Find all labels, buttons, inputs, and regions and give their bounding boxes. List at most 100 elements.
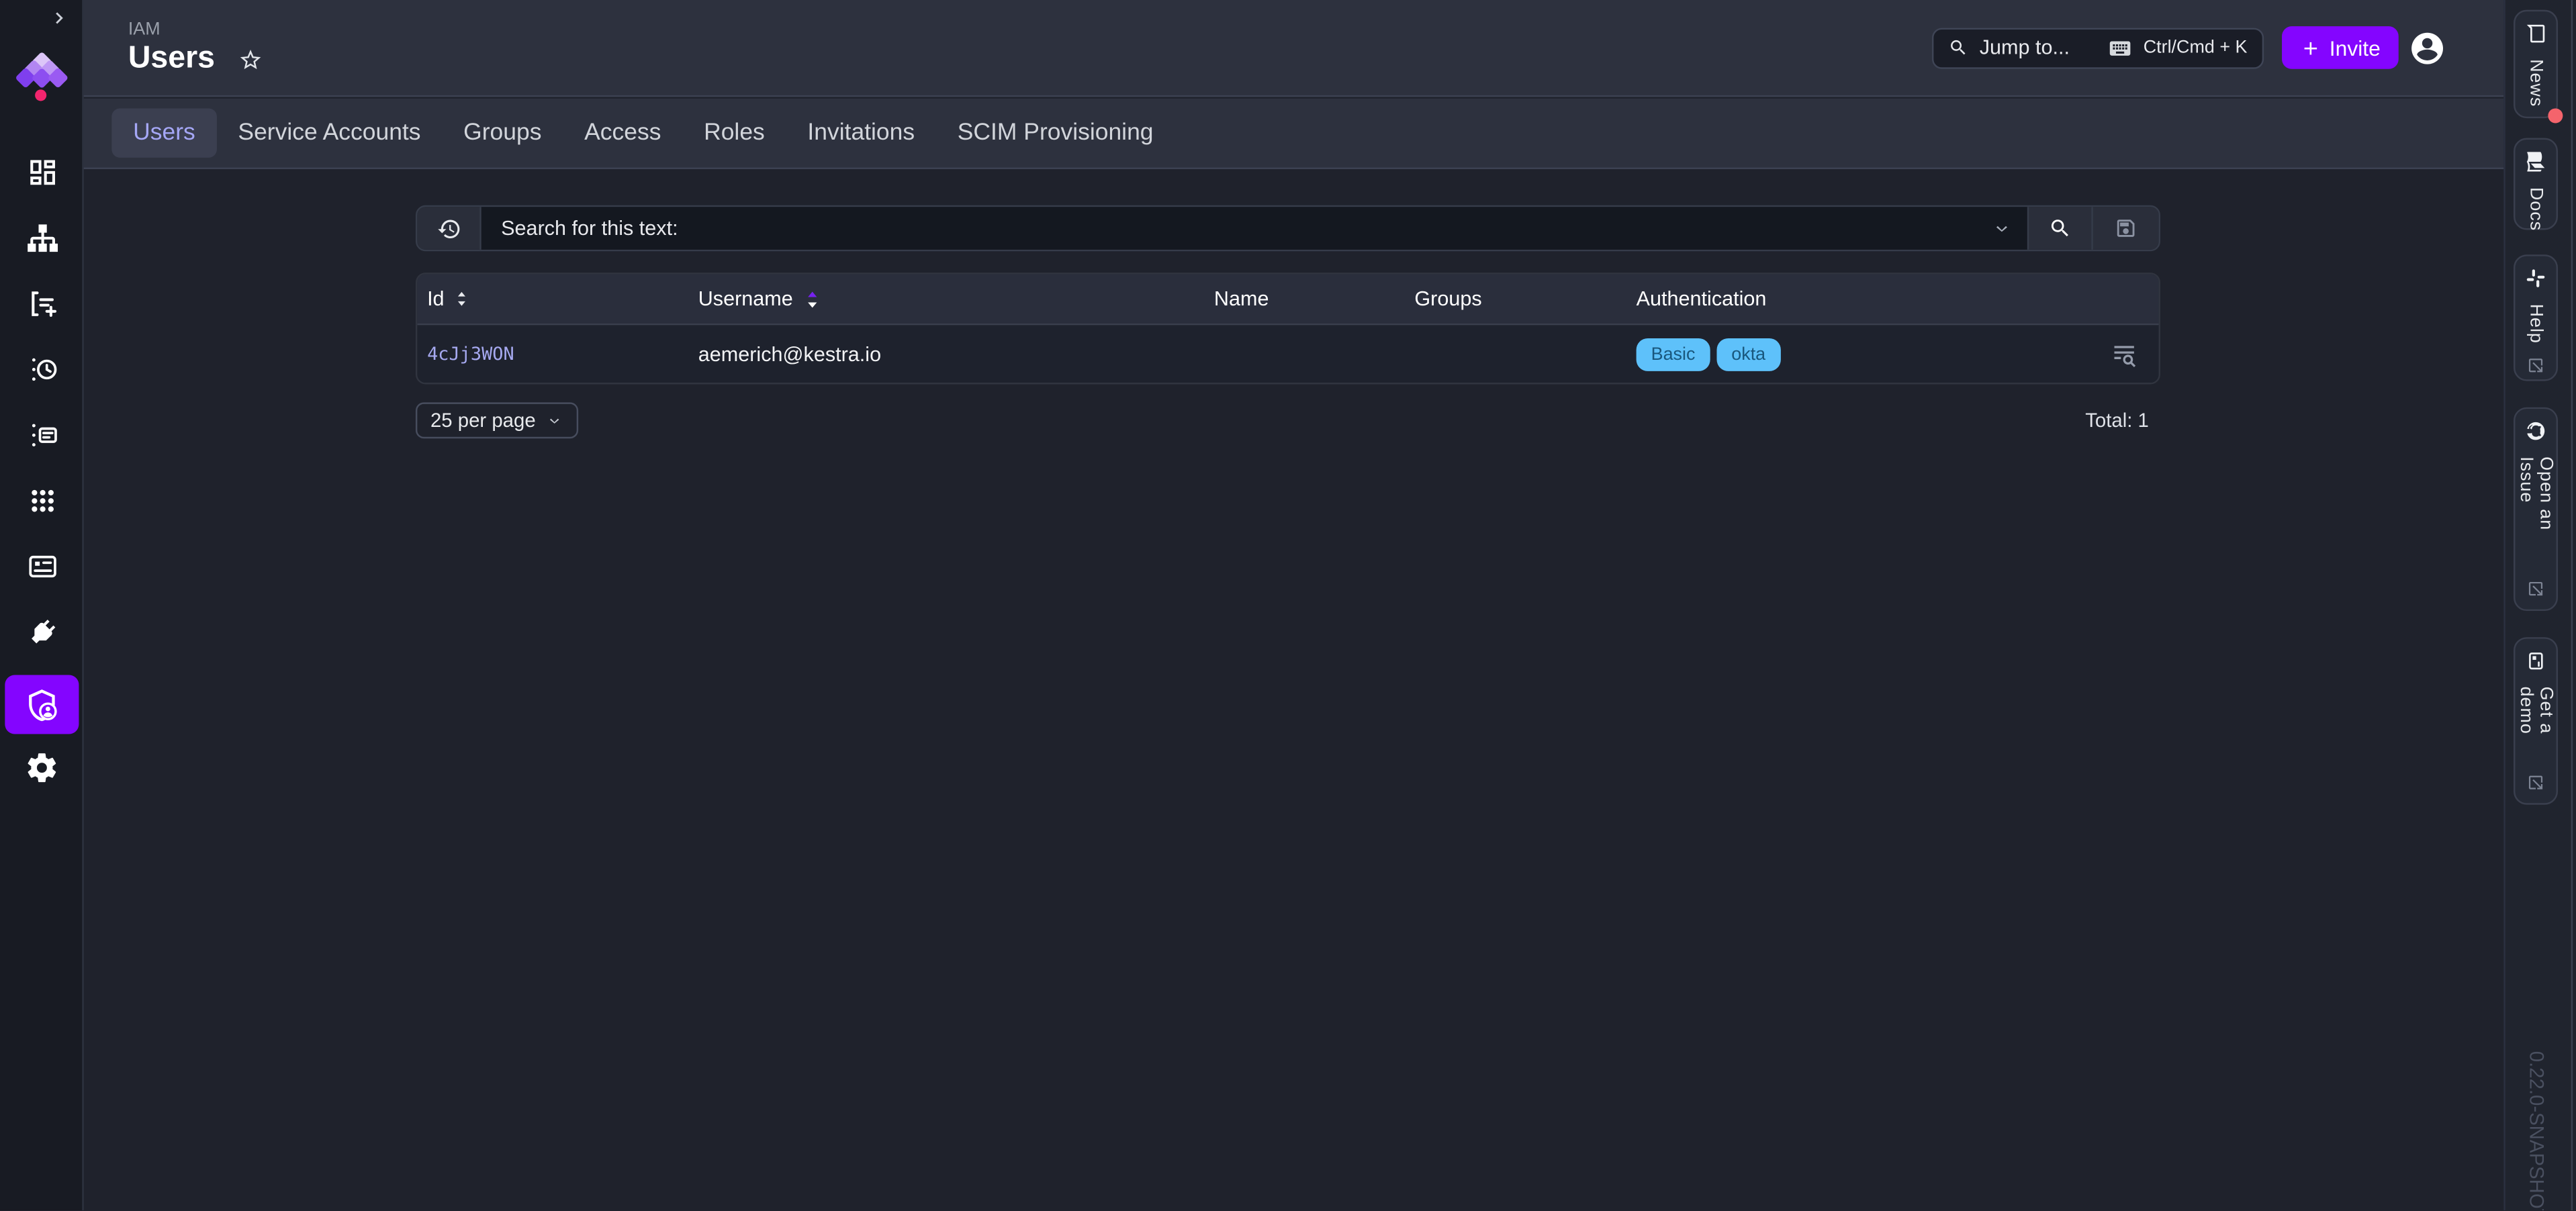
- sidebar-item-administration[interactable]: [5, 675, 79, 734]
- page-title: Users: [128, 42, 215, 76]
- blueprint-card-icon: [26, 550, 58, 583]
- list-plus-icon: [26, 287, 58, 320]
- save-icon: [2115, 217, 2137, 240]
- shortcut-hint: Ctrl/Cmd + K: [2144, 38, 2248, 57]
- rail-label-docs: Docs: [2526, 187, 2545, 231]
- rail-button-news[interactable]: News: [2514, 10, 2558, 118]
- tab-invitations[interactable]: Invitations: [786, 108, 936, 157]
- search-input[interactable]: [481, 217, 1991, 240]
- history-icon: [436, 216, 461, 241]
- per-page-select[interactable]: 25 per page: [416, 402, 578, 438]
- timeline-clock-icon: [26, 353, 58, 386]
- sidebar-item-blueprints[interactable]: [5, 537, 79, 596]
- app-window: IAM Users Jump to... Ctrl/Cmd + K Invite: [0, 0, 2576, 1210]
- jump-to-placeholder: Jump to...: [1980, 36, 2096, 59]
- rail-button-help[interactable]: Help: [2514, 254, 2558, 381]
- topbar-controls: Jump to... Ctrl/Cmd + K Invite: [1932, 26, 2504, 69]
- sort-icon[interactable]: [453, 289, 472, 309]
- tab-users[interactable]: Users: [111, 108, 216, 157]
- open-in-new-icon: [2527, 580, 2545, 598]
- sidebar-item-list-plus[interactable]: [5, 275, 79, 334]
- title-block: IAM Users: [84, 19, 263, 76]
- view-dashboard-icon: [26, 156, 58, 189]
- username-cell: aemerich@kestra.io: [698, 342, 881, 365]
- book-icon: [2525, 151, 2546, 173]
- column-label: Id: [427, 287, 445, 310]
- rail-label-open-an-issue: Open an Issue: [2516, 456, 2556, 567]
- row-details-icon[interactable]: [2111, 341, 2137, 367]
- sidebar-item-dashboard[interactable]: [5, 143, 79, 202]
- tab-access[interactable]: Access: [563, 108, 682, 157]
- open-in-new-icon: [2527, 773, 2545, 791]
- rail-button-open-an-issue[interactable]: Open an Issue: [2514, 407, 2558, 611]
- timeline-text-icon: [26, 419, 58, 452]
- power-plug-icon: [26, 616, 58, 648]
- tab-roles[interactable]: Roles: [682, 108, 786, 157]
- chevron-down-icon[interactable]: [1991, 217, 2027, 239]
- column-label: Username: [698, 287, 793, 310]
- sidebar-item-settings[interactable]: [5, 737, 79, 796]
- invite-label: Invite: [2330, 36, 2381, 60]
- window-edge-divider: [2571, 0, 2573, 1210]
- tab-bar: Users Service Accounts Groups Access Rol…: [84, 99, 2504, 169]
- jump-to-search[interactable]: Jump to... Ctrl/Cmd + K: [1932, 27, 2264, 68]
- column-header-name[interactable]: Name: [1214, 287, 1414, 310]
- search-submit-button[interactable]: [2027, 207, 2091, 250]
- auth-badge-okta: okta: [1716, 338, 1780, 371]
- user-avatar-icon[interactable]: [2408, 29, 2446, 66]
- table-row[interactable]: 4cJj3WON aemerich@kestra.io Basic okta: [417, 325, 2158, 383]
- search-history-button[interactable]: [417, 207, 481, 250]
- user-id-link[interactable]: 4cJj3WON: [427, 343, 514, 365]
- total-count: Total: 1: [2085, 409, 2160, 432]
- rail-button-get-a-demo[interactable]: Get a demo: [2514, 637, 2558, 805]
- column-header-groups[interactable]: Groups: [1414, 287, 1636, 310]
- tab-service-accounts[interactable]: Service Accounts: [217, 108, 443, 157]
- slack-icon: [2525, 268, 2546, 289]
- save-search-button[interactable]: [2091, 207, 2158, 250]
- github-icon: [2525, 420, 2546, 442]
- users-table: Id Username Name Groups Authentication 4…: [416, 273, 2160, 384]
- pagination-bar: 25 per page Total: 1: [416, 402, 2160, 438]
- presentation-icon: [2525, 650, 2546, 672]
- favorite-star-icon[interactable]: [238, 48, 263, 73]
- sidebar-item-executions[interactable]: [5, 340, 79, 399]
- kestra-logo[interactable]: [8, 43, 74, 109]
- rail-button-docs[interactable]: Docs: [2514, 138, 2558, 230]
- right-rail: News Docs Help Open an Issue Get a demo: [2503, 0, 2576, 1210]
- gear-icon: [25, 750, 59, 784]
- chevron-down-icon: [545, 411, 563, 430]
- rail-label-get-a-demo: Get a demo: [2516, 687, 2556, 761]
- tab-scim-provisioning[interactable]: SCIM Provisioning: [936, 108, 1175, 157]
- search-icon: [2049, 217, 2072, 240]
- rail-label-help: Help: [2526, 304, 2545, 344]
- column-header-authentication[interactable]: Authentication: [1637, 287, 2093, 310]
- column-header-id[interactable]: Id: [427, 287, 698, 310]
- authentication-cell: Basic okta: [1637, 338, 2093, 371]
- per-page-label: 25 per page: [430, 409, 536, 432]
- version-label: 0.22.0-SNAPSHOT: [2525, 1051, 2548, 1210]
- message-icon: [2525, 23, 2546, 44]
- tab-groups[interactable]: Groups: [442, 108, 563, 157]
- sidebar-item-namespaces[interactable]: [5, 471, 79, 530]
- sidebar-item-flows[interactable]: [5, 209, 79, 268]
- invite-button[interactable]: Invite: [2282, 26, 2399, 69]
- notification-dot: [2547, 107, 2562, 122]
- column-header-username[interactable]: Username: [698, 287, 1214, 310]
- top-bar: IAM Users Jump to... Ctrl/Cmd + K Invite: [84, 0, 2504, 97]
- search-input-wrap: [481, 207, 2027, 250]
- sort-icon-active-asc[interactable]: [801, 288, 823, 309]
- plus-icon: [2300, 37, 2321, 58]
- sidebar: [0, 0, 84, 1210]
- sitemap-icon: [26, 222, 58, 254]
- open-in-new-icon: [2527, 356, 2545, 375]
- filter-bar: [416, 205, 2160, 251]
- sidebar-expand-chevron-icon[interactable]: [48, 7, 71, 30]
- table-header: Id Username Name Groups Authentication: [417, 275, 2158, 326]
- keyboard-icon: [2107, 36, 2132, 60]
- auth-badge-basic: Basic: [1637, 338, 1710, 371]
- dots-grid-icon: [26, 485, 58, 518]
- sidebar-item-plugins[interactable]: [5, 603, 79, 662]
- sidebar-item-logs[interactable]: [5, 405, 79, 465]
- shield-account-icon: [25, 687, 59, 722]
- breadcrumb: IAM: [128, 19, 215, 38]
